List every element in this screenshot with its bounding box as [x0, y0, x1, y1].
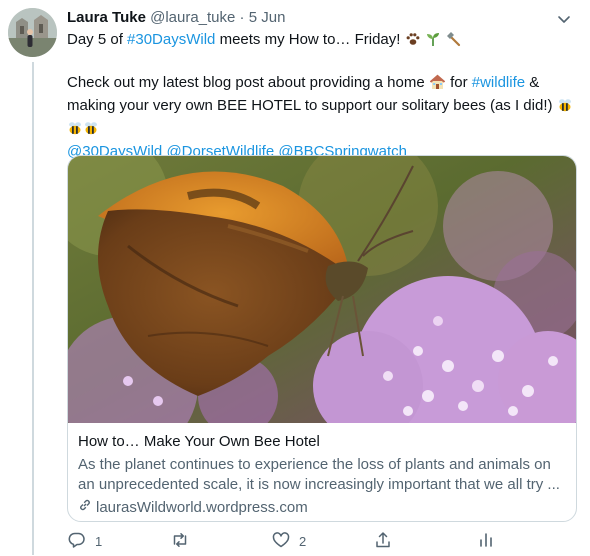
share-button[interactable] [373, 530, 393, 553]
link-preview-card[interactable]: How to… Make Your Own Bee Hotel As the p… [67, 155, 577, 522]
tweet-date[interactable]: 5 Jun [249, 9, 286, 26]
line2-text-b: for [450, 74, 468, 91]
author-handle[interactable]: @laura_tuke [150, 9, 235, 26]
bee-icon [557, 97, 573, 119]
tweet-line-1: Day 5 of #30DaysWild meets my How to… Fr… [67, 30, 577, 53]
tweet-line-2: Check out my latest blog post about prov… [67, 73, 577, 142]
avatar[interactable] [8, 8, 57, 57]
paw-prints-icon [405, 31, 421, 53]
tweet-text: Day 5 of #30DaysWild meets my How to… Fr… [67, 30, 577, 162]
like-button[interactable]: 2 [271, 530, 306, 553]
reply-icon [67, 530, 87, 553]
header-separator: · [239, 9, 245, 26]
butterfly-on-verbena-photo [68, 156, 576, 423]
tweet-header: Laura Tuke @laura_tuke · 5 Jun [67, 8, 577, 28]
bee-icon [83, 120, 99, 142]
card-body: How to… Make Your Own Bee Hotel As the p… [78, 432, 566, 518]
retweet-icon [170, 530, 190, 553]
line1-text-b: meets my How to… Friday! [215, 31, 401, 48]
line2-text-c: & [529, 74, 540, 91]
card-description: As the planet continues to experience th… [78, 456, 560, 493]
line1-text-a: Day 5 of [67, 31, 128, 48]
hammer-icon [445, 31, 461, 53]
hashtag-wildlife[interactable]: #wildlife [472, 74, 525, 91]
analytics-icon [476, 530, 496, 553]
avatar-photo [8, 8, 57, 57]
share-icon [373, 530, 393, 553]
house-icon [429, 74, 446, 96]
line2-text-d: making your very own BEE HOTEL to suppor… [67, 97, 553, 114]
reply-count: 1 [95, 534, 103, 549]
heart-icon [271, 530, 291, 553]
author-name[interactable]: Laura Tuke [67, 9, 146, 26]
reply-button[interactable]: 1 [67, 530, 102, 553]
retweet-button[interactable] [170, 530, 198, 553]
link-icon [78, 498, 92, 518]
seedling-icon [425, 31, 441, 53]
tweet-content: Laura Tuke @laura_tuke · 5 Jun Day 5 of … [67, 8, 577, 162]
card-title: How to… Make Your Own Bee Hotel [78, 433, 320, 450]
like-count: 2 [299, 534, 307, 549]
card-domain-row: laurasWildworld.wordpress.com [78, 498, 566, 518]
thread-connector-line [32, 62, 34, 555]
tweet-actions: 1 2 [67, 530, 492, 556]
card-domain: laurasWildworld.wordpress.com [96, 499, 308, 516]
analytics-button[interactable] [476, 530, 496, 553]
hashtag-30dayswild[interactable]: #30DaysWild [127, 31, 215, 48]
line2-text-a: Check out my latest blog post about prov… [67, 74, 425, 91]
bee-icon [67, 120, 83, 142]
